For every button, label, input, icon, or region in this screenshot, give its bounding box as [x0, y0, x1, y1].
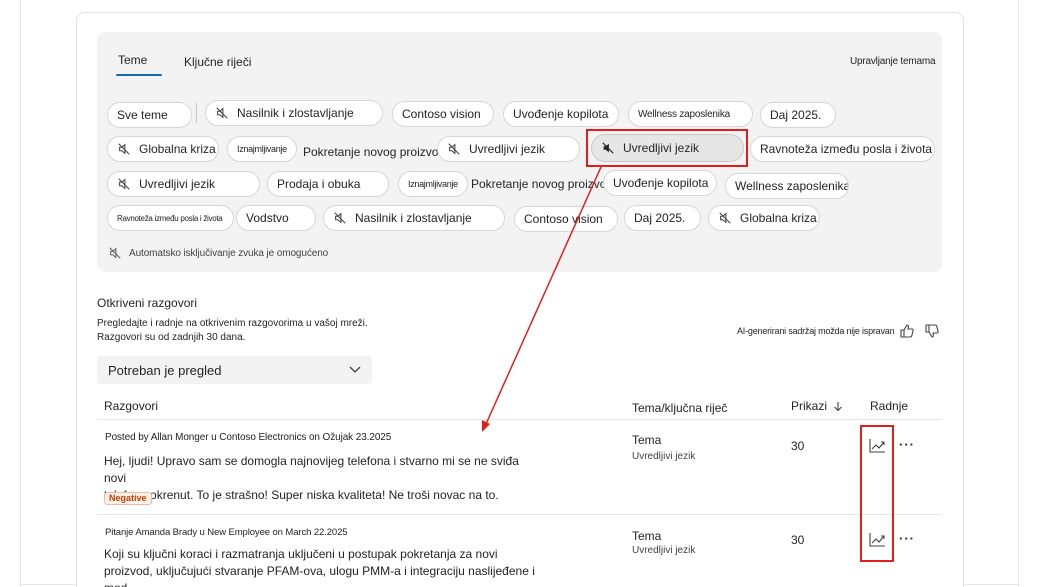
speaker-muted-icon	[118, 178, 130, 190]
pill-topic[interactable]: Vodstvo	[236, 205, 316, 231]
pill-label: Iznajmljivanje	[408, 179, 458, 189]
pill-all-topics[interactable]: Sve teme	[107, 102, 192, 128]
pill-topic[interactable]: Contoso vision	[392, 101, 494, 127]
pill-label: Uvođenje kopilota	[613, 176, 709, 190]
pill-label: Daj 2025.	[634, 211, 686, 225]
conversation-text-line: telefon pokrenut. To je strašno! Super n…	[104, 488, 499, 502]
manage-topics-link[interactable]: Upravljanje temama	[850, 56, 936, 67]
dropdown-value: Potreban je pregled	[108, 362, 222, 378]
column-header-conversations: Razgovori	[104, 399, 159, 413]
conversation-text-line: proizvod, uključujući stvaranje PFAM-ova…	[104, 564, 535, 587]
column-header-topic: Tema/ključna riječ	[632, 401, 728, 415]
conversation-meta: Posted by Allan Monger u Contoso Electro…	[105, 432, 392, 443]
table-divider	[97, 419, 942, 420]
pill-label: Pokretanje novog proizvoda	[303, 145, 446, 159]
pill-topic[interactable]: Globalna kriza	[708, 205, 820, 231]
pill-topic[interactable]: Daj 2025.	[760, 102, 836, 128]
speaker-muted-icon	[448, 143, 460, 155]
pill-label: Prodaja i obuka	[277, 177, 361, 191]
pill-topic[interactable]: Nasilnik i zlostavljanje	[205, 100, 383, 126]
pill-topic[interactable]: Uvođenje kopilota	[503, 101, 619, 127]
column-header-actions: Radnje	[870, 399, 909, 413]
tab-keywords[interactable]: Ključne riječi	[184, 55, 251, 69]
automute-label: Automatsko isključivanje zvuka je omoguć…	[129, 247, 329, 259]
speaker-muted-icon	[334, 212, 346, 224]
pill-label: Contoso vision	[402, 107, 481, 121]
pill-label: Uvredljivi jezik	[469, 142, 546, 156]
frame-edge-right	[1018, 0, 1019, 587]
pill-topic[interactable]: Iznajmljivanje	[398, 171, 468, 197]
chevron-down-icon	[349, 366, 361, 373]
pill-topic[interactable]: Ravnoteža između posla i života	[107, 205, 234, 231]
sentiment-badge: Negative	[104, 492, 152, 505]
review-filter-dropdown[interactable]: Potreban je pregled	[97, 356, 372, 384]
conversation-text[interactable]: Hej, ljudi! Upravo sam se domogla najnov…	[104, 453, 544, 504]
ai-disclaimer: AI-generirani sadržaj možda nije isprava…	[737, 326, 895, 336]
pill-label: Contoso vision	[524, 212, 603, 226]
pill-topic[interactable]: Globalna kriza	[107, 136, 219, 162]
pill-label: Pokretanje novog proizvoda	[471, 177, 607, 191]
topic-name: Uvredljivi jezik	[632, 451, 696, 462]
automute-notice: Automatsko isključivanje zvuka je omoguć…	[108, 246, 328, 260]
views-count: 30	[791, 439, 805, 453]
pill-topic[interactable]: Contoso vision	[514, 206, 618, 232]
conversation-text-line: Koji su ključni koraci i razmatranja ukl…	[104, 547, 498, 561]
topic-name: Uvredljivi jezik	[632, 545, 696, 556]
views-count: 30	[791, 533, 805, 547]
pill-topic[interactable]: Nasilnik i zlostavljanje	[323, 205, 505, 231]
pill-label: Globalna kriza	[740, 211, 817, 225]
sort-down-icon	[834, 401, 842, 411]
speaker-muted-icon	[216, 107, 228, 119]
pill-topic[interactable]: Uvredljivi jezik	[107, 171, 260, 197]
section-desc-line: Razgovori su od zadnjih 30 dana.	[97, 332, 246, 343]
pill-topic[interactable]: Daj 2025.	[624, 205, 701, 231]
topic-type: Tema	[632, 529, 662, 543]
topic-type: Tema	[632, 433, 662, 447]
pill-label: Daj 2025.	[770, 108, 822, 122]
conversation-text[interactable]: Koji su ključni koraci i razmatranja ukl…	[104, 546, 544, 587]
highlight-box-pill	[586, 129, 748, 167]
thumbs-down-icon[interactable]	[924, 323, 940, 339]
highlight-box-actions	[860, 425, 894, 562]
tab-topics[interactable]: Teme	[118, 53, 147, 67]
pill-label: Ravnoteža između posla i života	[760, 142, 933, 156]
pill-label: Iznajmljivanje	[237, 144, 287, 154]
pill-topic[interactable]: Pokretanje novog proizvoda	[462, 171, 607, 197]
pill-topic[interactable]: Uvredljivi jezik	[437, 136, 580, 162]
pill-label: Sve teme	[117, 108, 168, 122]
section-desc-line: Pregledajte i radnje na otkrivenim razgo…	[97, 318, 368, 329]
pill-topic[interactable]: Wellness zaposlenika	[628, 101, 753, 127]
thumbs-up-icon[interactable]	[899, 323, 915, 339]
column-header-views[interactable]: Prikazi	[791, 399, 843, 413]
section-description: Pregledajte i radnje na otkrivenim razgo…	[97, 317, 397, 345]
pill-topic[interactable]: Uvođenje kopilota	[603, 170, 717, 196]
pill-topic[interactable]: Iznajmljivanje	[227, 136, 297, 162]
pill-label: Wellness zaposlenika	[735, 179, 849, 193]
tab-active-indicator	[116, 74, 162, 76]
pill-label: Nasilnik i zlostavljanje	[355, 211, 472, 225]
speaker-muted-icon	[118, 143, 130, 155]
pill-topic[interactable]: Wellness zaposlenika	[725, 173, 849, 199]
pill-label: Ravnoteža između posla i života	[117, 213, 223, 223]
pill-topic[interactable]: Ravnoteža između posla i života	[750, 136, 935, 162]
table-divider	[97, 514, 942, 515]
pill-topic[interactable]: Pokretanje novog proizvoda	[294, 139, 446, 165]
speaker-muted-icon	[109, 247, 121, 259]
section-title: Otkriveni razgovori	[97, 296, 198, 310]
pill-topic[interactable]: Prodaja i obuka	[267, 171, 389, 197]
pill-label: Uvođenje kopilota	[513, 107, 609, 121]
frame-edge-left	[20, 0, 21, 587]
more-icon[interactable]: ···	[899, 531, 915, 546]
pill-label: Nasilnik i zlostavljanje	[237, 106, 354, 120]
pill-label: Vodstvo	[246, 211, 289, 225]
column-header-views-label: Prikazi	[791, 399, 828, 413]
conversation-text-line: Hej, ljudi! Upravo sam se domogla najnov…	[104, 454, 519, 485]
speaker-muted-icon	[719, 212, 731, 224]
pill-label: Uvredljivi jezik	[139, 177, 216, 191]
pill-label: Wellness zaposlenika	[638, 108, 730, 120]
more-icon[interactable]: ···	[899, 437, 915, 452]
pill-separator	[196, 103, 197, 123]
conversation-meta: Pitanje Amanda Brady u New Employee on M…	[105, 527, 348, 538]
pill-label: Globalna kriza	[139, 142, 216, 156]
